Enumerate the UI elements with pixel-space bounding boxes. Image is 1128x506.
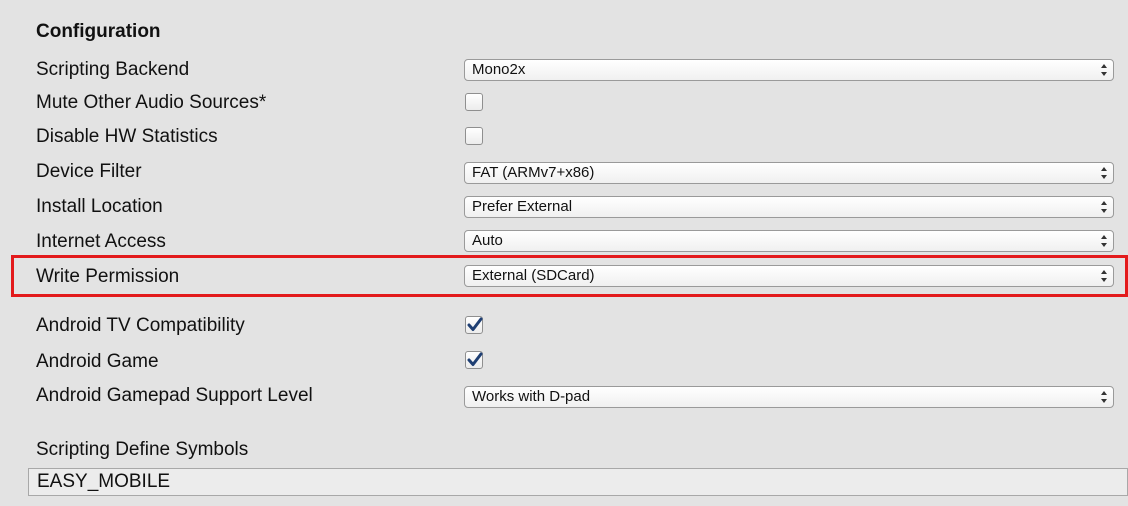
install-location-value: Prefer External [472,198,573,215]
checkmark-icon [467,352,483,366]
select-arrows-icon [1101,201,1107,213]
define-symbols-label: Scripting Define Symbols [36,439,249,460]
select-arrows-icon [1101,167,1107,179]
scripting-backend-value: Mono2x [472,61,526,78]
select-arrows-icon [1101,235,1107,247]
disable-hw-statistics-checkbox[interactable] [465,127,483,145]
internet-access-dropdown[interactable]: Auto [464,230,1114,252]
device-filter-value: FAT (ARMv7+x86) [472,164,595,181]
gamepad-support-label: Android Gamepad Support Level [36,385,313,406]
select-arrows-icon [1101,391,1107,403]
scripting-backend-label: Scripting Backend [36,59,190,80]
device-filter-dropdown[interactable]: FAT (ARMv7+x86) [464,162,1114,184]
device-filter-label: Device Filter [36,161,142,182]
android-tv-compat-label: Android TV Compatibility [36,315,245,336]
install-location-label: Install Location [36,196,163,217]
mute-other-audio-label: Mute Other Audio Sources* [36,92,267,113]
gamepad-support-dropdown[interactable]: Works with D-pad [464,386,1114,408]
mute-other-audio-checkbox[interactable] [465,93,483,111]
android-game-label: Android Game [36,351,159,372]
highlight-box [11,255,1128,297]
internet-access-value: Auto [472,232,503,249]
gamepad-support-value: Works with D-pad [472,388,591,405]
scripting-backend-dropdown[interactable]: Mono2x [464,59,1114,81]
android-game-checkbox[interactable] [465,351,483,369]
section-title: Configuration [36,21,161,42]
install-location-dropdown[interactable]: Prefer External [464,196,1114,218]
select-arrows-icon [1101,64,1107,76]
internet-access-label: Internet Access [36,231,166,252]
checkmark-icon [467,317,483,331]
define-symbols-input[interactable]: EASY_MOBILE [28,468,1128,496]
disable-hw-statistics-label: Disable HW Statistics [36,126,218,147]
android-tv-compat-checkbox[interactable] [465,316,483,334]
